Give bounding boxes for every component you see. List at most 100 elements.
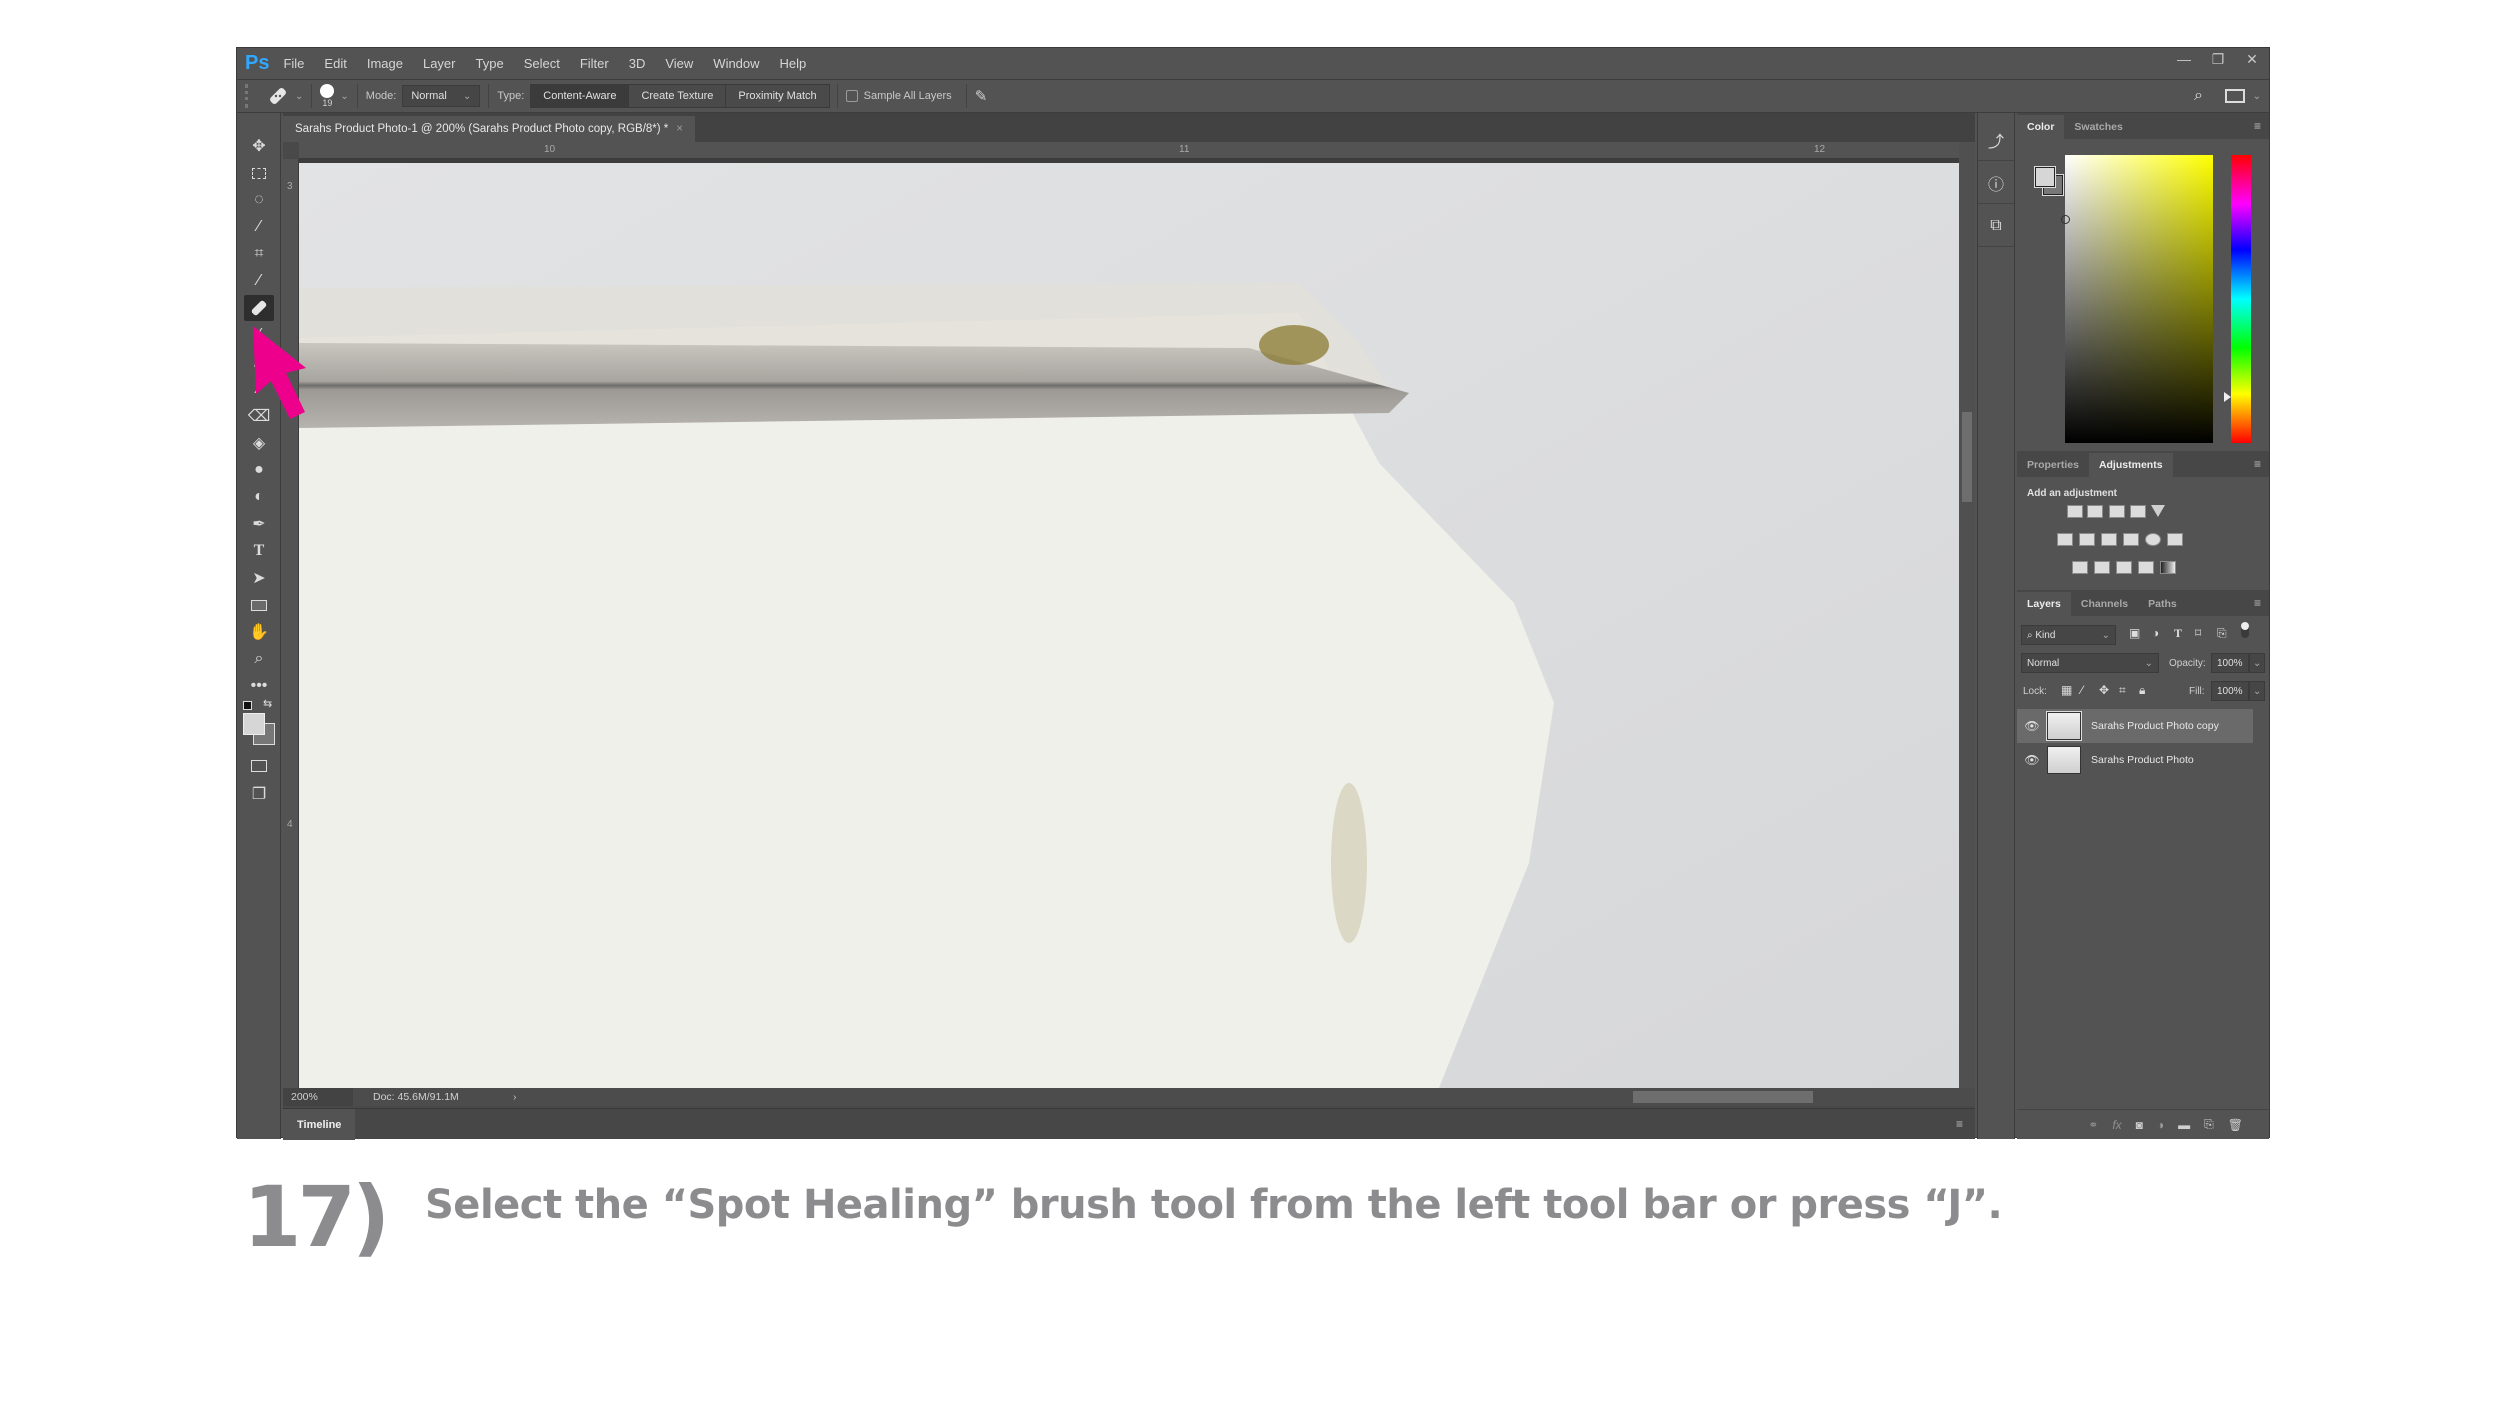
vibrance-icon[interactable]	[2151, 505, 2165, 517]
delete-layer-icon[interactable]: 🗑︎	[2228, 1118, 2243, 1132]
gradient-map-icon[interactable]	[2160, 561, 2176, 574]
add-mask-icon[interactable]: ◙	[2136, 1118, 2143, 1132]
quick-mask-button[interactable]	[244, 753, 274, 779]
horizontal-scrollbar[interactable]	[563, 1088, 1941, 1106]
pen-tool[interactable]: ✒	[244, 511, 274, 537]
more-tools[interactable]: •••	[244, 673, 274, 699]
panel-menu-icon[interactable]: ≡	[2254, 119, 2261, 133]
color-balance-icon[interactable]	[2079, 533, 2095, 546]
lock-image-icon[interactable]: ⁄	[2081, 683, 2083, 697]
tool-preset-picker[interactable]: ⌄	[267, 85, 303, 107]
smart-object-filter-icon[interactable]: ⎘	[2217, 626, 2227, 641]
sample-all-layers-checkbox[interactable]: Sample All Layers	[845, 90, 958, 102]
minimize-button[interactable]: —	[2167, 48, 2201, 70]
menu-image[interactable]: Image	[367, 56, 403, 71]
info-panel-button[interactable]: ⓘ	[1978, 162, 2014, 204]
paint-bucket-tool[interactable]: ◈	[244, 430, 274, 456]
threshold-icon[interactable]	[2116, 561, 2132, 574]
posterize-icon[interactable]	[2094, 561, 2110, 574]
menu-type[interactable]: Type	[476, 56, 504, 71]
close-button[interactable]: ✕	[2235, 48, 2269, 70]
opacity-field[interactable]: 100%	[2211, 653, 2249, 673]
marquee-tool[interactable]	[244, 160, 274, 186]
eyedropper-tool[interactable]: ⁄	[244, 268, 274, 294]
lock-position-icon[interactable]: ✥	[2099, 683, 2109, 697]
screen-mode-button[interactable]: ❐	[244, 781, 274, 807]
close-tab-icon[interactable]: ×	[676, 123, 683, 135]
dodge-tool[interactable]: ◐	[244, 484, 274, 510]
swap-colors-icon[interactable]: ⇆	[263, 697, 272, 710]
libraries-panel-button[interactable]: ⧉	[1978, 205, 2014, 247]
zoom-level-field[interactable]: 200%	[283, 1088, 353, 1106]
lasso-tool[interactable]: ◌	[244, 187, 274, 213]
selective-color-icon[interactable]	[2138, 561, 2154, 574]
hue-slider-handle[interactable]	[2224, 392, 2231, 402]
lock-transparent-icon[interactable]: ▦	[2061, 683, 2072, 697]
shape-filter-icon[interactable]: ⌑	[2195, 626, 2201, 640]
tab-layers[interactable]: Layers	[2017, 592, 2071, 616]
layer-filter-select[interactable]: ⌕ Kind ⌄	[2021, 625, 2116, 645]
type-tool[interactable]: T	[244, 538, 274, 564]
curves-icon[interactable]	[2109, 505, 2125, 518]
options-grip[interactable]	[245, 84, 263, 108]
restore-button[interactable]: ❐	[2201, 48, 2235, 70]
brightness-contrast-icon[interactable]	[2067, 505, 2083, 518]
vertical-scrollbar[interactable]	[1959, 142, 1975, 1088]
proximity-match-button[interactable]: Proximity Match	[725, 84, 830, 108]
exposure-icon[interactable]	[2130, 505, 2146, 518]
visibility-eye-icon[interactable]: 👁︎	[2017, 719, 2047, 733]
menu-layer[interactable]: Layer	[423, 56, 456, 71]
photo-filter-icon[interactable]	[2123, 533, 2139, 546]
tab-color[interactable]: Color	[2017, 115, 2065, 139]
spot-healing-brush-tool[interactable]	[244, 295, 274, 321]
visibility-eye-icon[interactable]: 👁︎	[2017, 753, 2047, 767]
color-picker-handle[interactable]	[2061, 215, 2070, 224]
new-group-icon[interactable]: ▬	[2178, 1118, 2190, 1132]
menu-select[interactable]: Select	[524, 56, 560, 71]
layer-row[interactable]: 👁︎ Sarahs Product Photo	[2017, 743, 2253, 777]
lock-artboard-icon[interactable]: ⌗	[2119, 683, 2126, 698]
hue-saturation-icon[interactable]	[2057, 533, 2073, 546]
panel-menu-icon[interactable]: ≡	[2254, 457, 2261, 471]
eraser-tool[interactable]: ⌫	[244, 403, 274, 429]
timeline-tab[interactable]: Timeline	[283, 1109, 356, 1140]
mode-select[interactable]: Normal ⌄	[402, 85, 481, 107]
levels-icon[interactable]	[2087, 505, 2103, 518]
black-white-icon[interactable]	[2101, 533, 2117, 546]
hand-tool[interactable]: ✋	[244, 619, 274, 645]
canvas-image[interactable]	[299, 163, 1959, 1088]
foreground-color-swatch[interactable]	[243, 713, 265, 735]
rectangle-tool[interactable]	[244, 592, 274, 618]
blur-tool[interactable]: ●	[244, 457, 274, 483]
history-panel-button[interactable]: ⤴	[1978, 119, 2014, 161]
horizontal-scroll-thumb[interactable]	[1633, 1091, 1813, 1103]
new-adjustment-layer-icon[interactable]: ◑	[2157, 1118, 2164, 1132]
menu-view[interactable]: View	[665, 56, 693, 71]
pressure-size-icon[interactable]: ✎	[975, 87, 988, 105]
menu-help[interactable]: Help	[780, 56, 807, 71]
crop-tool[interactable]: ⌗	[244, 241, 274, 267]
document-tab[interactable]: Sarahs Product Photo-1 @ 200% (Sarahs Pr…	[283, 116, 695, 142]
panel-menu-icon[interactable]: ≡	[1956, 1117, 1963, 1131]
vertical-scroll-thumb[interactable]	[1962, 412, 1972, 502]
layer-row[interactable]: 👁︎ Sarahs Product Photo copy	[2017, 709, 2253, 743]
blend-mode-select[interactable]: Normal ⌄	[2021, 653, 2159, 673]
ruler-horizontal[interactable]: 10 11 12	[299, 142, 1959, 159]
menu-3d[interactable]: 3D	[629, 56, 646, 71]
adjustment-filter-icon[interactable]: ◑	[2152, 626, 2159, 640]
tab-channels[interactable]: Channels	[2071, 592, 2138, 616]
create-texture-button[interactable]: Create Texture	[628, 84, 727, 108]
panel-menu-icon[interactable]: ≡	[2254, 596, 2261, 610]
foreground-color-swatch[interactable]	[2034, 166, 2056, 188]
brush-tool[interactable]: ⁄	[244, 322, 274, 348]
fx-icon[interactable]: fx	[2112, 1118, 2121, 1132]
type-filter-icon[interactable]: T	[2174, 626, 2182, 641]
invert-icon[interactable]	[2072, 561, 2088, 574]
content-aware-button[interactable]: Content-Aware	[530, 84, 630, 108]
tab-swatches[interactable]: Swatches	[2064, 115, 2132, 139]
status-menu-arrow-icon[interactable]: ›	[513, 1091, 517, 1103]
tab-paths[interactable]: Paths	[2138, 592, 2187, 616]
hue-slider[interactable]	[2224, 155, 2251, 443]
link-layers-icon[interactable]: ⚭	[2088, 1118, 2098, 1132]
filter-toggle[interactable]	[2241, 622, 2249, 638]
